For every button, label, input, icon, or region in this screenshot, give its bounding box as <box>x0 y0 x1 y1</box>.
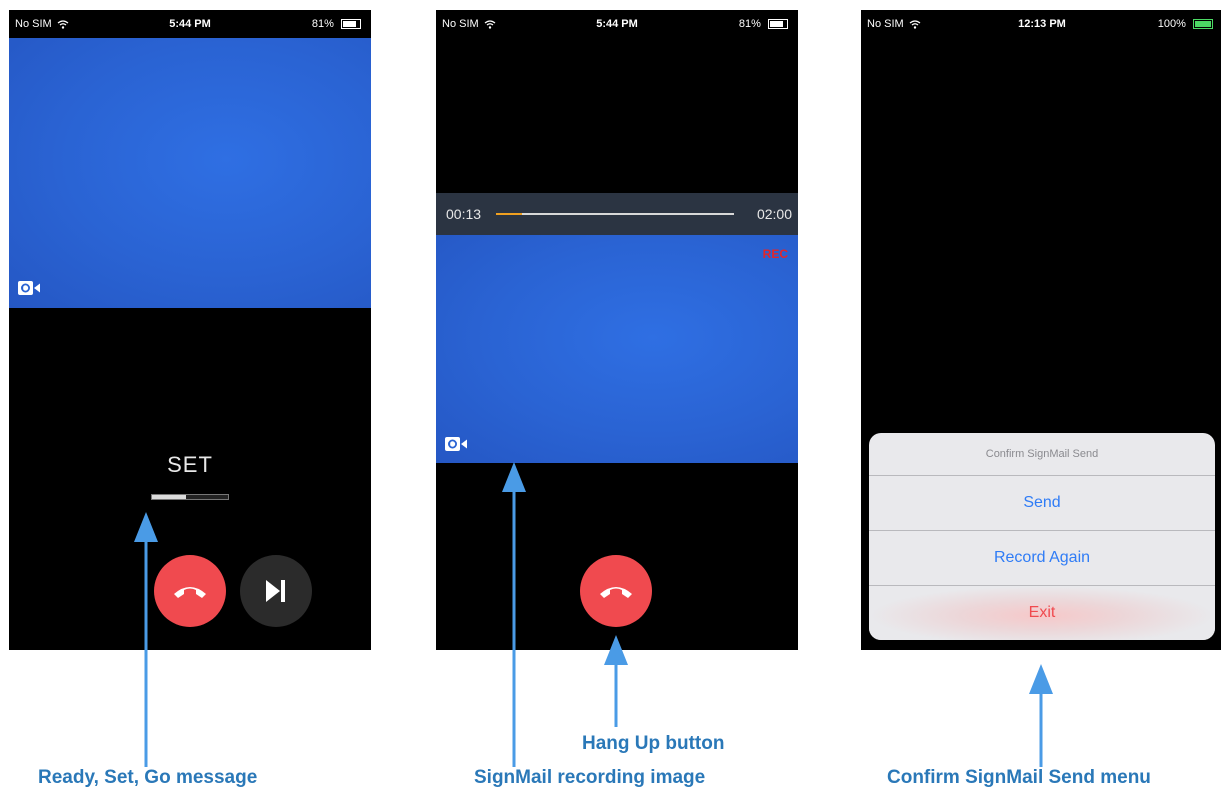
arrow-hang-up-button <box>604 635 628 727</box>
status-bar: No SIM 5:44 PM 81% <box>436 10 798 38</box>
hang-up-button[interactable] <box>580 555 652 627</box>
status-bar: No SIM 12:13 PM 100% <box>861 10 1221 38</box>
total-time: 02:00 <box>756 206 792 222</box>
phone-screen-ready-set-go: No SIM 5:44 PM 81% SET <box>9 10 371 650</box>
send-button[interactable]: Send <box>869 475 1215 530</box>
arrow-confirm-menu <box>1029 664 1053 767</box>
caption-recording-image: SignMail recording image <box>474 767 706 788</box>
battery-indicator: 81% <box>739 18 788 30</box>
phone-screen-recording: No SIM 5:44 PM 81% 00:13 02:00 REC <box>436 10 798 650</box>
record-again-button[interactable]: Record Again <box>869 530 1215 585</box>
self-view-video <box>9 38 371 308</box>
status-bar: No SIM 5:44 PM 81% <box>9 10 371 38</box>
countdown-progress-fill <box>152 495 187 499</box>
battery-indicator: 100% <box>1158 18 1213 30</box>
caption-hang-up-button: Hang Up button <box>582 733 725 754</box>
countdown-progress-track <box>151 494 229 500</box>
menu-title: Confirm SignMail Send <box>985 448 1099 460</box>
hang-up-icon <box>174 587 206 598</box>
caption-ready-set-go: Ready, Set, Go message <box>38 767 258 788</box>
recording-progress-track <box>496 213 734 215</box>
battery-indicator: 81% <box>312 18 361 30</box>
phone-screen-confirm-send: No SIM 12:13 PM 100% Confirm SignMail Se… <box>861 10 1221 650</box>
battery-charging-icon <box>1193 19 1213 30</box>
recording-video <box>436 235 798 463</box>
exit-button[interactable]: Exit <box>869 585 1215 640</box>
hang-up-button[interactable] <box>154 555 226 627</box>
recording-progress-fill <box>496 213 523 215</box>
caption-confirm-menu: Confirm SignMail Send menu <box>887 767 1151 788</box>
hang-up-icon <box>600 587 632 598</box>
confirm-signmail-send-menu: Confirm SignMail Send Send Record Again … <box>869 433 1215 640</box>
recording-timer-bar: 00:13 02:00 <box>436 193 798 235</box>
camera-switch-icon[interactable] <box>444 436 468 457</box>
arrow-recording-image <box>502 462 526 767</box>
elapsed-time: 00:13 <box>446 206 482 222</box>
arrow-ready-set-go <box>134 512 158 767</box>
battery-icon <box>768 19 788 30</box>
battery-icon <box>341 19 361 30</box>
skip-forward-icon <box>266 580 285 602</box>
camera-switch-icon[interactable] <box>17 280 41 301</box>
rec-indicator: REC <box>762 247 788 261</box>
skip-countdown-button[interactable] <box>240 555 312 627</box>
countdown-message: SET <box>167 452 213 477</box>
